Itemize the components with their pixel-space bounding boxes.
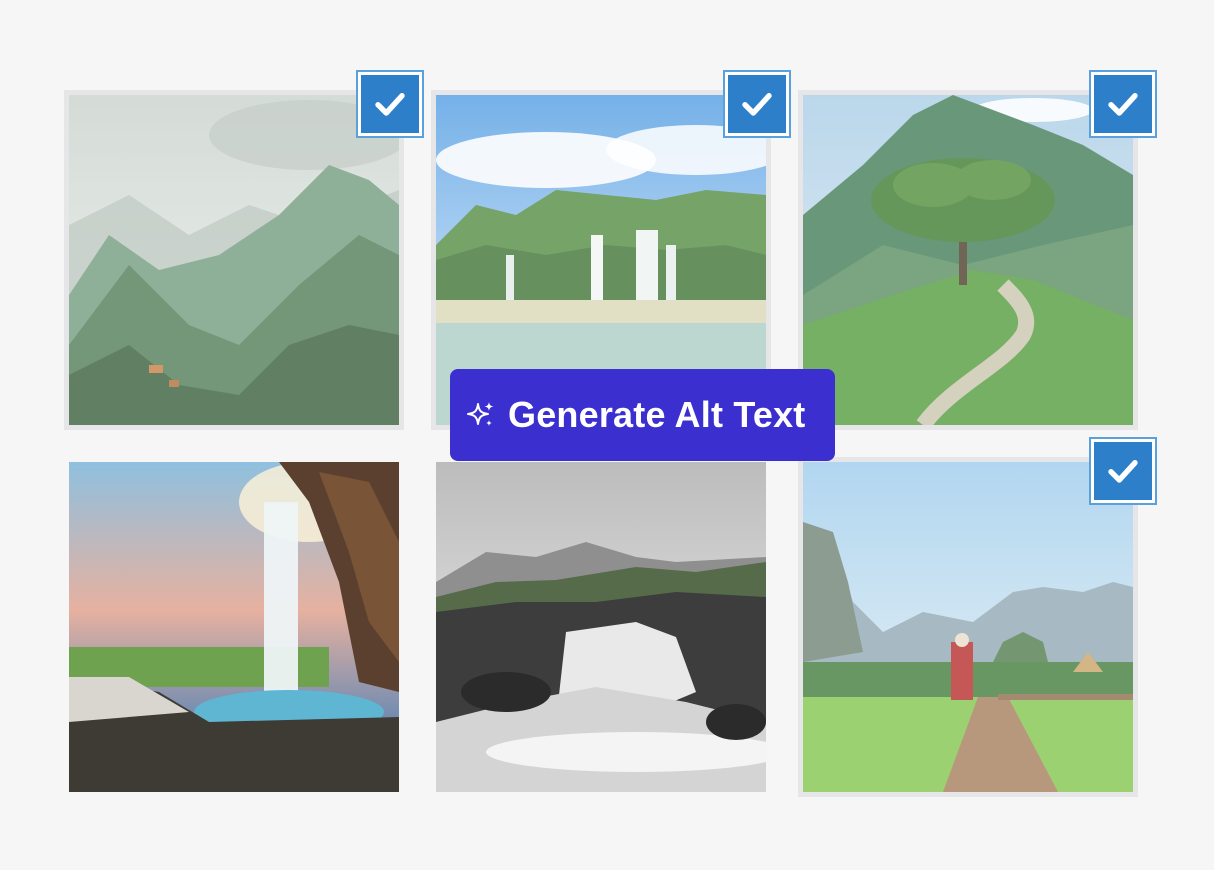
- generate-alt-text-label: Generate Alt Text: [508, 394, 806, 435]
- selection-overlay: [803, 95, 1133, 425]
- cliff-waterfall-photo: [69, 462, 399, 792]
- image-select-checkbox[interactable]: [358, 72, 422, 136]
- image-select-checkbox[interactable]: [725, 72, 789, 136]
- gallery-image-misty-mountains[interactable]: [64, 90, 404, 430]
- gallery-image-rice-field-boardwalk[interactable]: [798, 457, 1138, 797]
- image-select-checkbox[interactable]: [1091, 72, 1155, 136]
- selection-overlay: [69, 95, 399, 425]
- image-select-checkbox[interactable]: [1091, 439, 1155, 503]
- generate-alt-text-button[interactable]: Generate Alt Text: [450, 369, 835, 461]
- sparkles-icon: [467, 402, 494, 426]
- gallery-image-bw-waterfall[interactable]: [436, 462, 766, 792]
- gallery-image-lone-tree-hill[interactable]: [798, 90, 1138, 430]
- bw-waterfall-photo: [436, 462, 766, 792]
- checkmark-icon: [1108, 460, 1138, 483]
- gallery-image-cliff-waterfall[interactable]: [69, 462, 399, 792]
- checkmark-icon: [375, 93, 405, 116]
- checkmark-icon: [1108, 93, 1138, 116]
- selection-overlay: [803, 462, 1133, 792]
- checkmark-icon: [742, 93, 772, 116]
